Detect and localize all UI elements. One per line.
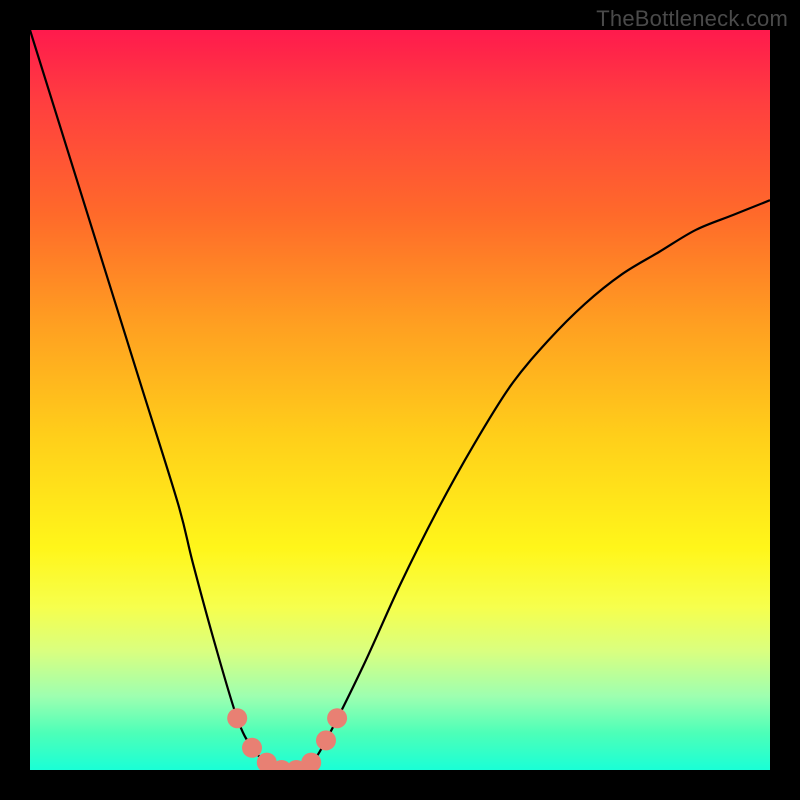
chart-svg: [30, 30, 770, 770]
bottleneck-curve: [30, 30, 770, 770]
curve-marker: [327, 708, 347, 728]
curve-marker: [316, 730, 336, 750]
curve-marker: [242, 738, 262, 758]
curve-markers: [227, 708, 347, 770]
curve-marker: [227, 708, 247, 728]
chart-stage: TheBottleneck.com: [0, 0, 800, 800]
attribution-text: TheBottleneck.com: [596, 6, 788, 32]
plot-area: [30, 30, 770, 770]
